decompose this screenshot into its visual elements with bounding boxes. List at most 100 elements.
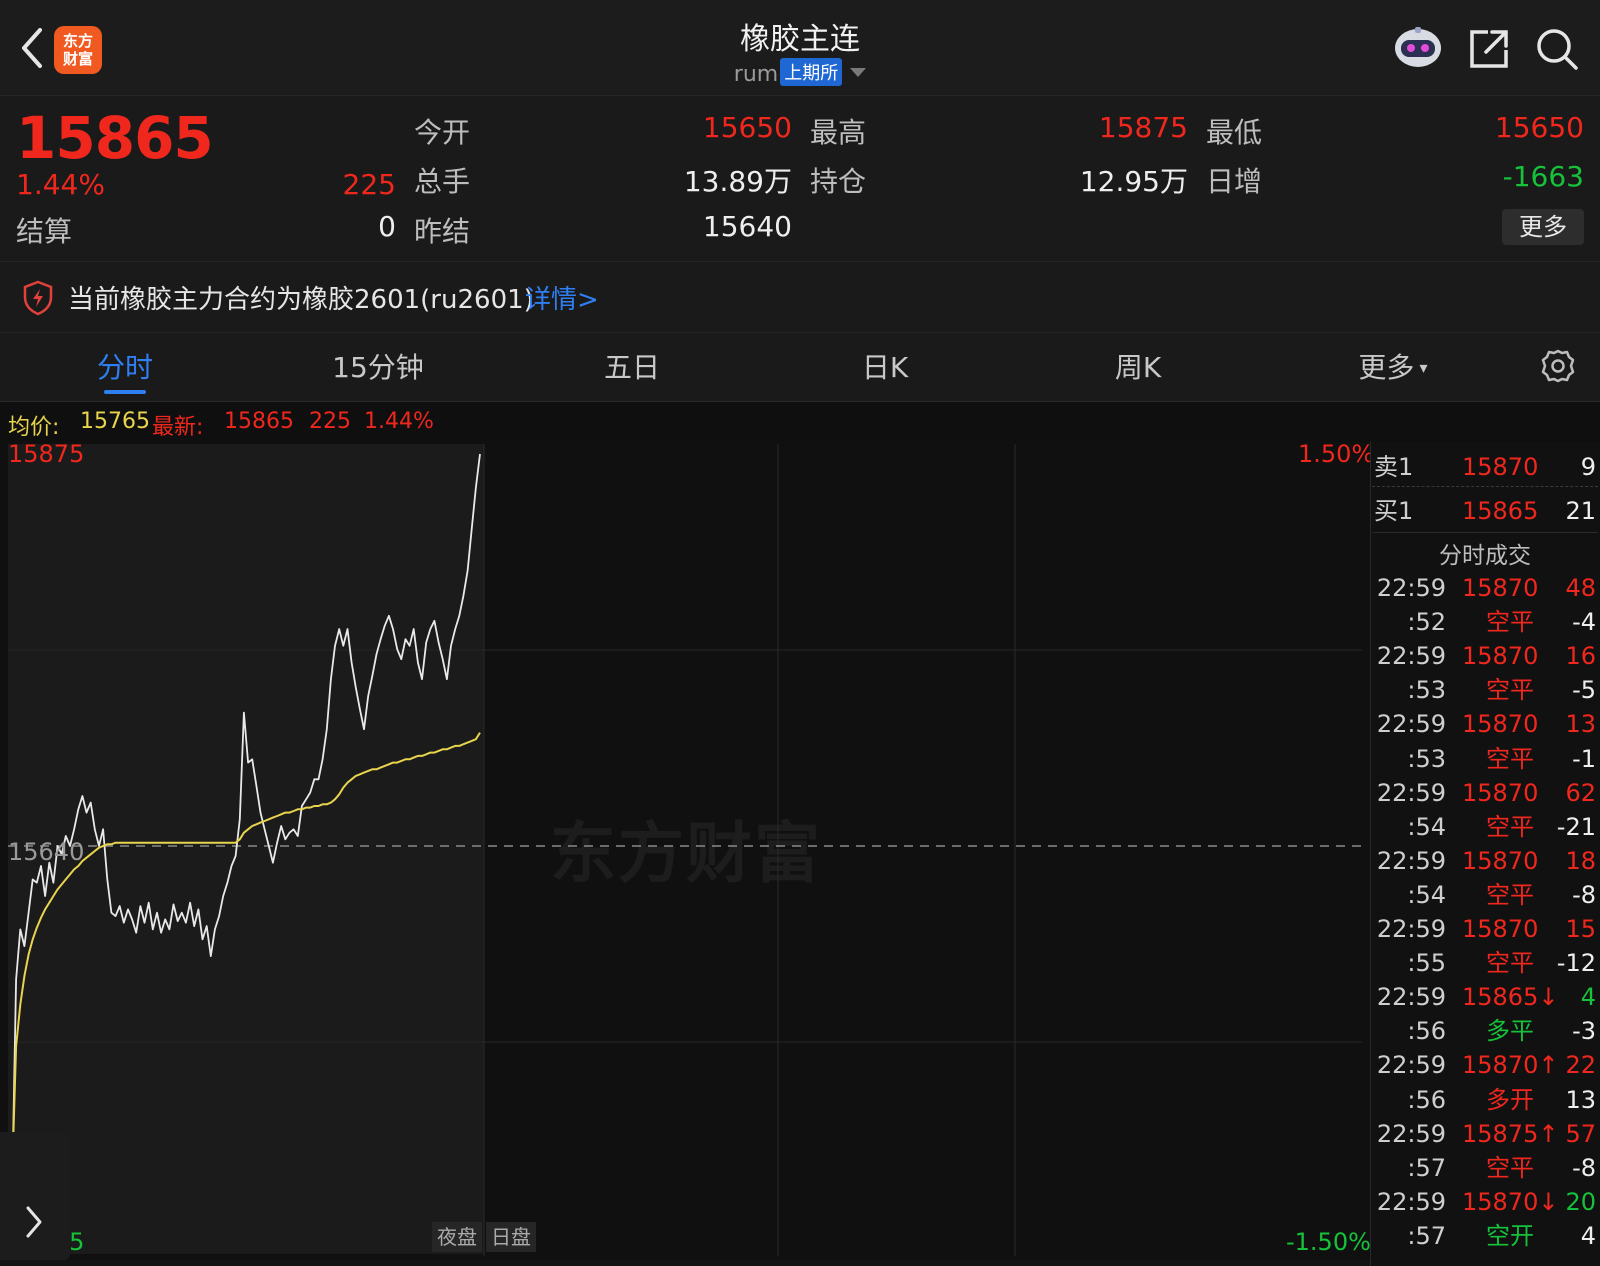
trades-title: 分时成交 bbox=[1439, 543, 1531, 569]
trade-row: :56 多平 -3 bbox=[1374, 1014, 1596, 1048]
tab-5day[interactable]: 五日 bbox=[557, 346, 707, 386]
share-icon[interactable] bbox=[1466, 26, 1512, 72]
ask1-row: 卖1 15870 9 bbox=[1374, 450, 1596, 484]
trade-time: :55 bbox=[1407, 949, 1446, 978]
trade-time: :56 bbox=[1407, 1017, 1446, 1046]
latest-label: 最新: bbox=[152, 415, 204, 440]
trade-row: :56 多开 13 bbox=[1374, 1083, 1596, 1117]
chevron-right-icon bbox=[26, 1206, 42, 1238]
trade-volume: -8 bbox=[1572, 1153, 1596, 1182]
trade-time: :57 bbox=[1407, 1221, 1446, 1250]
change-percent: 1.44% bbox=[16, 168, 105, 201]
trade-volume: 22 bbox=[1565, 1051, 1596, 1080]
trade-time: :52 bbox=[1407, 608, 1446, 637]
trade-volume: 18 bbox=[1565, 846, 1596, 875]
trade-row: :53 空平 -5 bbox=[1374, 673, 1596, 707]
trade-row: 22:59 15870 18 bbox=[1374, 844, 1596, 878]
trade-volume: 20 bbox=[1565, 1187, 1596, 1216]
settle-label: 结算 bbox=[16, 215, 73, 248]
page-title: 橡胶主连 bbox=[740, 22, 860, 57]
ask1-label: 卖1 bbox=[1374, 453, 1414, 481]
trade-row: 22:59 15870↑ 22 bbox=[1374, 1048, 1596, 1082]
trade-time: 22:59 bbox=[1376, 1119, 1446, 1148]
contract-code: rum bbox=[733, 62, 779, 87]
trade-volume: 15 bbox=[1565, 915, 1596, 943]
change-value: 225 bbox=[342, 168, 396, 201]
dropdown-arrow-icon[interactable] bbox=[850, 68, 867, 77]
avg-price-label: 均价: bbox=[8, 415, 60, 440]
tab-weekly-k[interactable]: 周K bbox=[1063, 346, 1213, 386]
trade-row: 22:59 15870↓ 20 bbox=[1374, 1185, 1596, 1219]
trade-volume: 4 bbox=[1580, 983, 1596, 1012]
search-icon[interactable] bbox=[1534, 26, 1580, 72]
caret-down-icon: ▾ bbox=[1414, 358, 1428, 377]
open-interest-label: 持仓 bbox=[810, 165, 867, 198]
robot-assistant-icon[interactable] bbox=[1392, 24, 1444, 72]
prev-settle-label: 昨结 bbox=[414, 215, 471, 248]
pct-axis-top-label: 1.50% bbox=[1298, 440, 1375, 468]
trade-row: :57 空开 4 bbox=[1374, 1219, 1596, 1253]
latest-change-pct: 1.44% bbox=[364, 409, 434, 434]
daily-increase-value: -1663 bbox=[1502, 160, 1584, 193]
trade-time: :53 bbox=[1407, 744, 1446, 773]
y-axis-top-label: 15875 bbox=[8, 440, 85, 468]
bid1-row: 买1 15865 21 bbox=[1374, 494, 1596, 528]
trade-type: 空平 bbox=[1486, 812, 1534, 841]
day-session-label: 日盘 bbox=[486, 1222, 536, 1252]
tab-15min[interactable]: 15分钟 bbox=[303, 346, 453, 386]
y-axis-reference-label: 15640 bbox=[8, 838, 85, 866]
trade-volume: -21 bbox=[1556, 812, 1596, 841]
trade-volume: 4 bbox=[1580, 1221, 1596, 1250]
price-chart-svg bbox=[8, 444, 1362, 1256]
trade-type: 多开 bbox=[1486, 1085, 1534, 1114]
trade-volume: -3 bbox=[1572, 1017, 1596, 1046]
last-price: 15865 bbox=[16, 104, 214, 172]
trade-volume: -4 bbox=[1572, 608, 1596, 637]
latest-value: 15865 bbox=[224, 409, 294, 434]
active-tab-indicator bbox=[104, 390, 146, 394]
exchange-badge: 上期所 bbox=[780, 58, 843, 86]
notice-text: 当前橡胶主力合约为橡胶2601(ru2601) bbox=[68, 285, 534, 315]
expand-panel-button[interactable] bbox=[0, 1132, 70, 1260]
notice-details-link[interactable]: 详情> bbox=[525, 279, 599, 316]
low-value: 15650 bbox=[1494, 111, 1584, 144]
trade-row: 22:59 15865↓ 4 bbox=[1374, 980, 1596, 1014]
contract-selector[interactable]: rum 上期所 bbox=[600, 58, 1000, 87]
trade-time: :53 bbox=[1407, 676, 1446, 705]
tab-daily-k[interactable]: 日K bbox=[810, 346, 960, 386]
night-session-label: 夜盘 bbox=[432, 1222, 482, 1252]
trade-row: 22:59 15875↑ 57 bbox=[1374, 1117, 1596, 1151]
trade-time: 22:59 bbox=[1376, 710, 1446, 739]
trade-type: 空开 bbox=[1486, 1221, 1534, 1250]
tab-intraday[interactable]: 分时 bbox=[50, 346, 200, 386]
high-value: 15875 bbox=[1098, 111, 1188, 144]
trade-volume: 48 bbox=[1565, 574, 1596, 602]
trade-time: 22:59 bbox=[1376, 915, 1446, 943]
tab-more[interactable]: 更多 ▾ bbox=[1318, 346, 1468, 386]
back-icon[interactable] bbox=[14, 24, 54, 72]
trade-type: 多平 bbox=[1486, 1017, 1534, 1046]
trade-volume: 13 bbox=[1565, 1085, 1596, 1114]
trade-type: 空平 bbox=[1486, 744, 1534, 773]
trade-type: 空平 bbox=[1486, 676, 1534, 705]
trade-row: :53 空平 -1 bbox=[1374, 742, 1596, 776]
trade-volume: 62 bbox=[1565, 778, 1596, 807]
trade-volume: -1 bbox=[1572, 744, 1596, 773]
price-line bbox=[11, 453, 481, 1197]
trade-time: 22:59 bbox=[1376, 1187, 1446, 1216]
bid1-label: 买1 bbox=[1374, 497, 1414, 525]
trade-type: 空平 bbox=[1486, 949, 1534, 978]
trade-row: :57 空平 -8 bbox=[1374, 1151, 1596, 1185]
open-value: 15650 bbox=[702, 111, 792, 144]
trade-time: 22:59 bbox=[1376, 983, 1446, 1012]
trade-volume: 13 bbox=[1565, 710, 1596, 739]
trade-time: 22:59 bbox=[1376, 846, 1446, 875]
trade-row: 22:59 15870 13 bbox=[1374, 707, 1596, 741]
trade-time: 22:59 bbox=[1376, 1051, 1446, 1080]
more-quote-button[interactable]: 更多 bbox=[1502, 209, 1584, 245]
trade-time: :57 bbox=[1407, 1153, 1446, 1182]
shield-alert-icon bbox=[22, 280, 54, 316]
trade-row: 22:59 15870 15 bbox=[1374, 912, 1596, 946]
gear-icon[interactable] bbox=[1540, 348, 1576, 384]
open-label: 今开 bbox=[414, 116, 471, 149]
